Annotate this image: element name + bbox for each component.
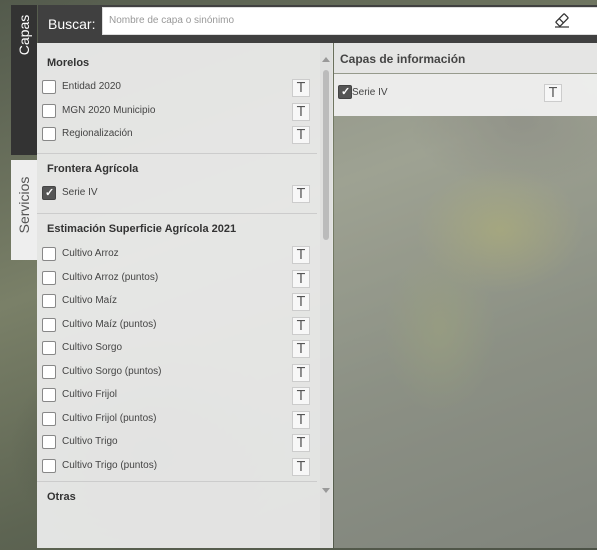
layer-row: Cultivo Arroz T xyxy=(37,244,317,266)
attribute-table-button[interactable]: T xyxy=(292,457,310,476)
layer-label: Cultivo Maíz (puntos) xyxy=(62,318,157,330)
layer-checkbox[interactable] xyxy=(42,411,56,426)
layer-row: Cultivo Arroz (puntos) T xyxy=(37,268,317,290)
layer-checkbox[interactable] xyxy=(42,388,56,402)
layer-label: Entidad 2020 xyxy=(62,81,121,92)
layer-checkbox[interactable] xyxy=(42,317,56,332)
layer-checkbox[interactable] xyxy=(42,186,56,200)
layer-checkbox[interactable] xyxy=(42,341,56,355)
layer-checkbox[interactable] xyxy=(42,435,56,449)
attribute-table-button[interactable]: T xyxy=(292,293,310,311)
tab-servicios-label: Servicios xyxy=(16,176,32,234)
layer-checkbox[interactable] xyxy=(42,247,56,261)
search-bar: Buscar: Nombre de capa o sinónimo ✕ xyxy=(38,5,597,43)
layer-label: Cultivo Maíz xyxy=(62,295,118,306)
layer-list: Morelos Entidad 2020 T MGN 2020 Municipio T R… xyxy=(37,43,317,548)
group-divider xyxy=(37,213,317,214)
attribute-table-button[interactable]: T xyxy=(292,246,310,264)
info-layer-row: Serie IV T xyxy=(334,74,597,116)
layer-row: Cultivo Frijol (puntos) T xyxy=(37,409,317,431)
layer-row: Cultivo Trigo (puntos) T xyxy=(37,456,317,478)
layer-label: Cultivo Trigo (puntos) xyxy=(62,459,158,471)
info-panel-header: Capas de información xyxy=(334,43,597,73)
layer-row: Cultivo Maíz (puntos) T xyxy=(37,315,317,337)
attribute-table-button[interactable]: T xyxy=(292,126,310,144)
layer-group-title: Frontera Agrícola xyxy=(47,163,139,175)
layer-row: MGN 2020 Municipio T xyxy=(37,101,317,123)
layer-row: Serie IV T xyxy=(37,183,317,205)
attribute-table-button[interactable]: T xyxy=(292,79,310,97)
scroll-down-icon[interactable] xyxy=(322,488,330,493)
layer-label: Cultivo Trigo xyxy=(62,436,118,447)
group-divider xyxy=(37,481,317,482)
eraser-icon[interactable] xyxy=(553,11,571,29)
layer-label: Regionalización xyxy=(62,128,133,139)
layer-row: Cultivo Trigo T xyxy=(37,432,317,454)
close-icon[interactable]: ✕ xyxy=(575,13,593,33)
layer-checkbox[interactable] xyxy=(42,270,56,285)
tab-capas-label: Capas xyxy=(16,14,32,56)
attribute-table-button[interactable]: T xyxy=(292,387,310,405)
layer-label: Cultivo Sorgo (puntos) xyxy=(62,365,162,377)
layer-label: Cultivo Frijol (puntos) xyxy=(62,412,157,424)
layer-checkbox[interactable] xyxy=(42,103,56,118)
group-divider xyxy=(37,153,317,154)
attribute-table-button[interactable]: T xyxy=(544,84,562,102)
layer-group-title: Estimación Superficie Agrícola 2021 xyxy=(47,223,237,235)
info-layer-label: Serie IV xyxy=(352,87,388,98)
attribute-table-button[interactable]: T xyxy=(292,340,310,358)
search-input[interactable]: Nombre de capa o sinónimo xyxy=(102,7,597,35)
scroll-thumb[interactable] xyxy=(323,70,329,240)
layer-label: Cultivo Sorgo xyxy=(62,342,123,353)
layer-row: Regionalización T xyxy=(37,124,317,146)
tab-servicios[interactable]: Servicios xyxy=(11,160,37,260)
layer-group-title: Otras xyxy=(47,491,76,503)
layer-row: Cultivo Sorgo T xyxy=(37,338,317,360)
layer-label: Cultivo Frijol xyxy=(62,389,118,400)
layer-checkbox[interactable] xyxy=(42,80,56,94)
layer-checkbox[interactable] xyxy=(42,127,56,141)
layer-label: Cultivo Arroz (puntos) xyxy=(62,271,159,283)
scroll-up-icon[interactable] xyxy=(322,57,330,62)
attribute-table-button[interactable]: T xyxy=(292,434,310,452)
info-layer-checkbox[interactable] xyxy=(338,85,352,99)
tab-capas[interactable]: Capas xyxy=(11,5,37,155)
scrollbar[interactable] xyxy=(320,43,332,548)
attribute-table-button[interactable]: T xyxy=(292,269,310,288)
attribute-table-button[interactable]: T xyxy=(292,185,310,203)
layers-panel: Morelos Entidad 2020 T MGN 2020 Municipio T R… xyxy=(37,43,333,548)
layer-row: Cultivo Maíz T xyxy=(37,291,317,313)
attribute-table-button[interactable]: T xyxy=(292,363,310,382)
attribute-table-button[interactable]: T xyxy=(292,316,310,335)
layer-checkbox[interactable] xyxy=(42,364,56,379)
attribute-table-button[interactable]: T xyxy=(292,410,310,429)
layer-checkbox[interactable] xyxy=(42,458,56,473)
layer-label: Serie IV xyxy=(62,187,98,198)
layer-label: Cultivo Arroz xyxy=(62,248,119,259)
search-label: Buscar: xyxy=(48,16,96,32)
info-panel-title: Capas de información xyxy=(340,52,466,66)
attribute-table-button[interactable]: T xyxy=(292,102,310,121)
layer-row: Cultivo Sorgo (puntos) T xyxy=(37,362,317,384)
layer-group-title: Morelos xyxy=(47,57,90,69)
info-panel: Capas de información Serie IV T xyxy=(334,43,597,548)
layer-label: MGN 2020 Municipio xyxy=(62,104,156,116)
layer-row: Cultivo Frijol T xyxy=(37,385,317,407)
layer-row: Entidad 2020 T xyxy=(37,77,317,99)
layer-checkbox[interactable] xyxy=(42,294,56,308)
